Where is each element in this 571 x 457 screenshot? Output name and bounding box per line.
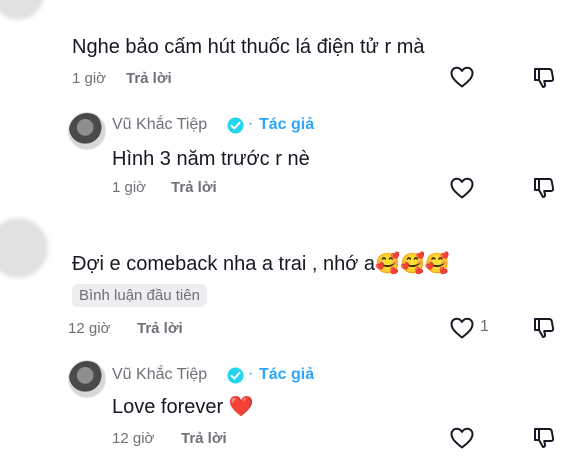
dislike-icon bbox=[534, 428, 555, 448]
dislike-button[interactable] bbox=[532, 426, 556, 450]
dislike-icon bbox=[534, 178, 555, 198]
dislike-button[interactable] bbox=[532, 66, 556, 90]
blurred-avatar bbox=[0, 218, 48, 278]
separator-dot: · bbox=[248, 115, 254, 132]
heart-icon bbox=[450, 317, 474, 339]
author-tag: Tác giả bbox=[259, 366, 315, 383]
reply-text: Hình 3 năm trước r nè bbox=[112, 148, 310, 170]
comment-text: Đợi e comeback nha a trai , nhớ a🥰🥰🥰 bbox=[72, 253, 450, 275]
heart-icon bbox=[450, 427, 474, 449]
comment-time: 12 giờ bbox=[68, 320, 111, 337]
verified-badge-icon bbox=[227, 117, 244, 134]
dislike-icon bbox=[534, 68, 555, 88]
verified-badge-icon bbox=[227, 367, 244, 384]
comment-text: Nghe bảo cấm hút thuốc lá điện tử r mà bbox=[72, 36, 425, 58]
author-tag: Tác giả bbox=[259, 116, 315, 133]
reply-button[interactable]: Trả lời bbox=[137, 320, 183, 337]
like-button[interactable] bbox=[450, 427, 474, 449]
dislike-icon bbox=[534, 318, 555, 338]
like-button[interactable] bbox=[450, 317, 474, 339]
reply-button[interactable]: Trả lời bbox=[171, 179, 217, 196]
author-name[interactable]: Vũ Khắc Tiệp bbox=[112, 366, 207, 384]
author-name[interactable]: Vũ Khắc Tiệp bbox=[112, 116, 207, 134]
reply-time: 12 giờ bbox=[112, 430, 155, 447]
reply-text: Love forever ❤️ bbox=[112, 396, 254, 418]
reply-time: 1 giờ bbox=[112, 179, 147, 196]
heart-icon bbox=[450, 66, 474, 88]
dislike-button[interactable] bbox=[532, 176, 556, 200]
comment-time: 1 giờ bbox=[72, 70, 107, 87]
like-button[interactable] bbox=[450, 66, 474, 88]
avatar[interactable] bbox=[68, 360, 106, 398]
like-count: 1 bbox=[480, 318, 489, 335]
reply-button[interactable]: Trả lời bbox=[126, 70, 172, 87]
heart-icon bbox=[450, 177, 474, 199]
separator-dot: · bbox=[248, 365, 254, 382]
avatar[interactable] bbox=[68, 112, 106, 150]
blurred-avatar bbox=[0, 0, 44, 20]
dislike-button[interactable] bbox=[532, 316, 556, 340]
first-comment-badge: Bình luận đầu tiên bbox=[72, 284, 207, 307]
like-button[interactable] bbox=[450, 177, 474, 199]
reply-button[interactable]: Trả lời bbox=[181, 430, 227, 447]
